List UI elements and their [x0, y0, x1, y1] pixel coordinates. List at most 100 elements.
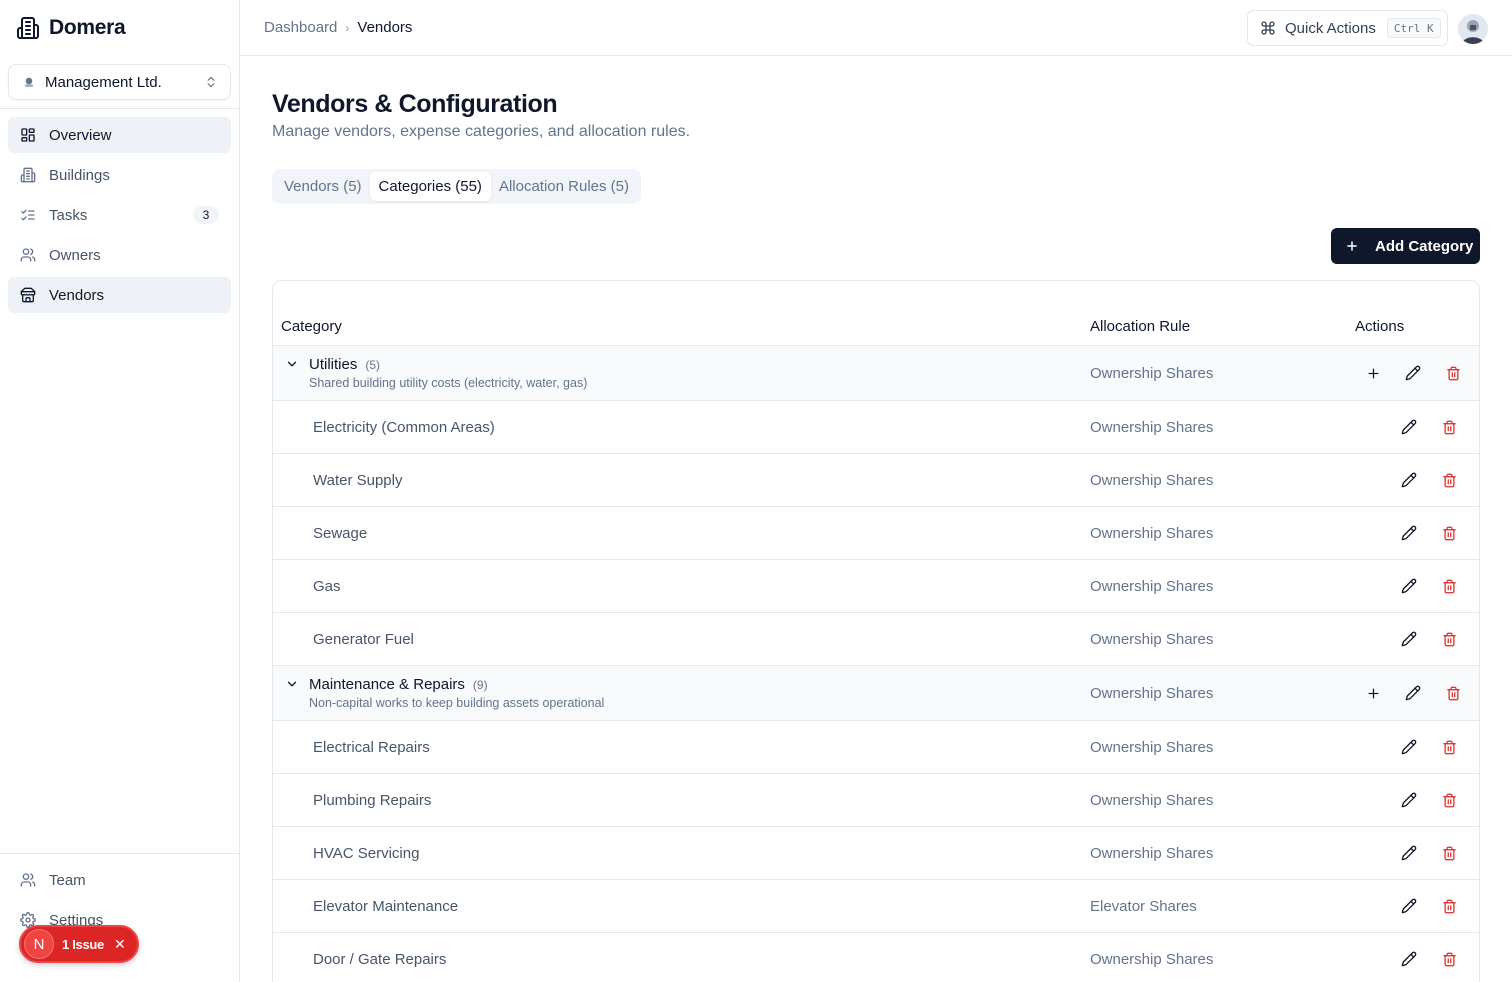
table-header: Category Allocation Rule Actions — [273, 281, 1479, 346]
issues-indicator[interactable]: N 1 Issue ✕ — [19, 925, 139, 963]
category-group-title: Maintenance & Repairs (9) — [309, 676, 488, 693]
edit-button[interactable] — [1399, 507, 1419, 559]
users-icon — [20, 872, 36, 888]
sidebar-item-vendors[interactable]: Vendors — [8, 277, 231, 313]
category-name-cell: Plumbing Repairs — [313, 792, 432, 809]
column-header-allocation-rule: Allocation Rule — [1090, 318, 1191, 335]
edit-button[interactable] — [1399, 613, 1419, 665]
edit-button[interactable] — [1399, 880, 1419, 932]
edit-button[interactable] — [1399, 560, 1419, 612]
trash-icon — [1442, 846, 1457, 861]
delete-button[interactable] — [1439, 774, 1459, 826]
pencil-icon — [1401, 631, 1417, 647]
quick-actions-button[interactable]: Quick Actions Ctrl K — [1247, 10, 1448, 46]
organization-name: Management Ltd. — [45, 73, 162, 91]
trash-icon — [1442, 632, 1457, 647]
trash-icon — [1446, 366, 1461, 381]
category-name-cell: Elevator Maintenance — [313, 898, 459, 915]
trash-icon — [1442, 526, 1457, 541]
tab-vendors[interactable]: Vendors (5) — [276, 172, 370, 201]
delete-button[interactable] — [1439, 721, 1459, 773]
organization-select[interactable]: Management Ltd. — [8, 64, 231, 100]
category-name-cell: Generator Fuel — [313, 631, 414, 648]
plus-icon — [1366, 686, 1381, 701]
sidebar-item-team[interactable]: Team — [8, 862, 231, 898]
edit-button[interactable] — [1403, 666, 1423, 720]
category-name-cell: Electrical Repairs — [313, 739, 430, 756]
building-icon — [20, 167, 36, 183]
delete-button[interactable] — [1439, 507, 1459, 559]
pencil-icon — [1401, 845, 1417, 861]
allocation-rule-cell: Ownership Shares — [1090, 419, 1214, 436]
delete-button[interactable] — [1439, 401, 1459, 453]
delete-button[interactable] — [1439, 933, 1459, 982]
sidebar-item-tasks[interactable]: Tasks 3 — [8, 197, 231, 233]
breadcrumb: Dashboard › Vendors — [264, 19, 412, 36]
close-icon[interactable]: ✕ — [114, 936, 126, 953]
command-icon — [1260, 20, 1276, 36]
delete-button[interactable] — [1439, 880, 1459, 932]
category-name-cell: Electricity (Common Areas) — [313, 419, 495, 436]
building-logo-icon — [16, 16, 40, 40]
allocation-rule-cell: Ownership Shares — [1090, 951, 1214, 968]
breadcrumb-dashboard[interactable]: Dashboard — [264, 19, 337, 36]
sidebar-item-owners[interactable]: Owners — [8, 237, 231, 273]
category-row: Elevator Maintenance Elevator Shares — [273, 880, 1479, 933]
chevron-down-icon[interactable] — [285, 677, 299, 691]
delete-button[interactable] — [1439, 454, 1459, 506]
trash-icon — [1442, 899, 1457, 914]
pencil-icon — [1401, 419, 1417, 435]
category-name-cell: Gas — [313, 578, 341, 595]
delete-button[interactable] — [1439, 613, 1459, 665]
table-body: Utilities (5) Shared building utility cost… — [273, 346, 1479, 982]
category-row: Electricity (Common Areas) Ownership Shar… — [273, 401, 1479, 454]
app-name: Domera — [49, 16, 126, 39]
allocation-rule-cell: Ownership Shares — [1090, 472, 1214, 489]
list-checks-icon — [20, 207, 36, 223]
store-icon — [20, 287, 36, 303]
delete-button[interactable] — [1443, 666, 1463, 720]
add-subcategory-button[interactable] — [1363, 666, 1383, 720]
quick-actions-label: Quick Actions — [1285, 19, 1376, 37]
brand[interactable]: Domera — [0, 0, 239, 56]
sidebar: Domera Management Ltd. Overview Building… — [0, 0, 240, 982]
divider — [0, 108, 239, 109]
tab-categories[interactable]: Categories (55) — [369, 172, 491, 201]
pencil-icon — [1401, 898, 1417, 914]
edit-button[interactable] — [1399, 721, 1419, 773]
pencil-icon — [1401, 525, 1417, 541]
tab-allocation-rules[interactable]: Allocation Rules (5) — [491, 172, 637, 201]
category-row: HVAC Servicing Ownership Shares — [273, 827, 1479, 880]
edit-button[interactable] — [1399, 774, 1419, 826]
sidebar-item-overview[interactable]: Overview — [8, 117, 231, 153]
sidebar-nav: Overview Buildings Tasks 3 Owners Vendor… — [8, 117, 231, 317]
edit-button[interactable] — [1399, 933, 1419, 982]
user-avatar[interactable] — [1458, 14, 1488, 44]
topbar: Dashboard › Vendors Quick Actions Ctrl K — [240, 0, 1512, 56]
add-category-button[interactable]: Add Category — [1331, 228, 1480, 264]
trash-icon — [1442, 793, 1457, 808]
add-subcategory-button[interactable] — [1363, 346, 1383, 400]
edit-button[interactable] — [1399, 401, 1419, 453]
category-row: Plumbing Repairs Ownership Shares — [273, 774, 1479, 827]
users-icon — [20, 247, 36, 263]
delete-button[interactable] — [1443, 346, 1463, 400]
allocation-rule-cell: Ownership Shares — [1090, 845, 1214, 862]
category-name-cell: HVAC Servicing — [313, 845, 420, 862]
edit-button[interactable] — [1399, 827, 1419, 879]
page-title: Vendors & Configuration — [272, 90, 558, 118]
edit-button[interactable] — [1399, 454, 1419, 506]
sidebar-item-label: Vendors — [49, 286, 105, 304]
category-group-description: Non-capital works to keep building asset… — [309, 696, 605, 710]
category-group-name: Maintenance & Repairs — [309, 676, 465, 693]
edit-button[interactable] — [1403, 346, 1423, 400]
allocation-rule-cell: Ownership Shares — [1090, 739, 1214, 756]
trash-icon — [1442, 579, 1457, 594]
pencil-icon — [1401, 578, 1417, 594]
sidebar-item-buildings[interactable]: Buildings — [8, 157, 231, 193]
chevron-down-icon[interactable] — [285, 357, 299, 371]
categories-table: Category Allocation Rule Actions Utiliti… — [272, 280, 1480, 982]
delete-button[interactable] — [1439, 560, 1459, 612]
delete-button[interactable] — [1439, 827, 1459, 879]
pencil-icon — [1401, 472, 1417, 488]
